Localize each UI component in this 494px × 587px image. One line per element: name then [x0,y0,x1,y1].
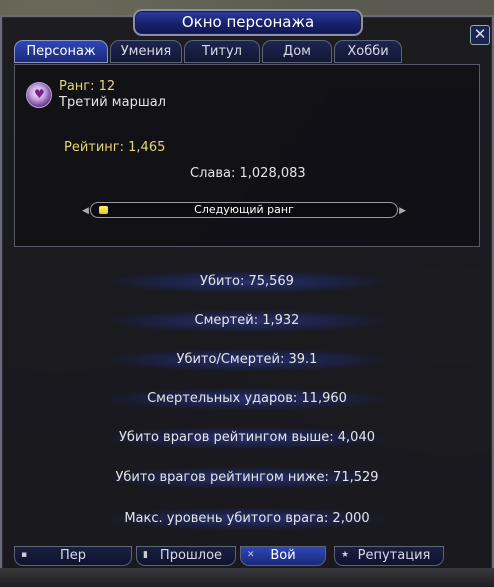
tab-hobby[interactable]: Хобби [334,40,402,63]
window-title: Окно персонажа [133,9,363,36]
bar-right-cap-icon: ▶ [399,206,406,216]
stat-kills-higher-rank: Убито врагов рейтингом выше: 4,040 [119,430,375,445]
tab-title[interactable]: Титул [184,40,260,63]
stat-kills: Убито: 75,569 [200,274,294,289]
close-button[interactable]: ✕ [470,25,490,45]
bottom-tab-war[interactable]: ✕ Вой [240,546,326,566]
stat-kills-lower-rank: Убито врагов рейтингом ниже: 71,529 [115,470,379,485]
bottom-tab-past[interactable]: ▮ Прошлое [136,546,236,566]
bottom-tab-label: Репутация [357,548,431,563]
tab-skills[interactable]: Умения [110,40,182,63]
tab-character[interactable]: Персонаж [14,40,108,63]
rank-name: Третий маршал [59,95,166,110]
rating-value: Рейтинг: 1,465 [64,140,166,155]
close-icon: ✕ [473,25,487,43]
bottom-tab-label: Вой [270,548,296,563]
bottom-tab-character[interactable]: ▪ Пер [14,546,132,566]
stat-max-enemy-level: Макс. уровень убитого врага: 2,000 [124,511,370,526]
glory-value: Слава: 1,028,083 [190,166,306,181]
rank-level: Ранг: 12 [59,79,116,94]
bottom-tab-reputation[interactable]: ★ Репутация [334,546,444,566]
bottom-tab-label: Пер [59,548,87,563]
bottom-tab-label: Прошлое [159,548,223,563]
next-rank-progress-bar: ◀ Следующий ранг ▶ [82,202,406,218]
bottom-frame [0,568,494,587]
tab-house[interactable]: Дом [262,40,332,63]
stat-killing-blows: Смертельных ударов: 11,960 [147,391,347,406]
bar-left-cap-icon: ◀ [82,206,89,216]
stat-deaths: Смертей: 1,932 [194,313,300,328]
rank-emblem-icon: ♥ [26,82,52,108]
next-rank-label: Следующий ранг [194,203,294,216]
stat-kd-ratio: Убито/Смертей: 39.1 [176,352,318,367]
